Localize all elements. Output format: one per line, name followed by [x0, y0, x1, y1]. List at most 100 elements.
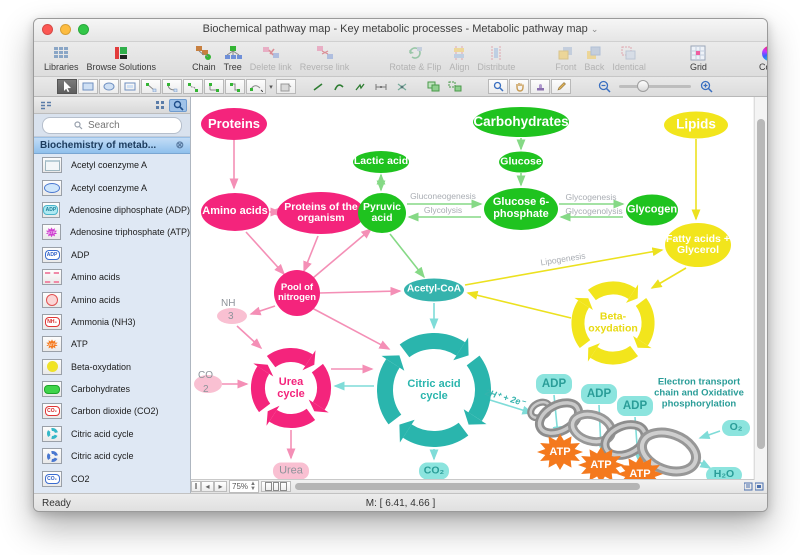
zoom-out-icon[interactable] [594, 79, 614, 94]
proteins-node[interactable]: Proteins [201, 108, 267, 140]
search-input-box[interactable] [42, 116, 182, 134]
front-button[interactable]: Front [551, 43, 580, 73]
horizontal-scrollbar-thumb[interactable] [294, 483, 640, 490]
glycogen-node[interactable]: Glycogen [626, 194, 678, 226]
vertical-scrollbar[interactable] [754, 97, 767, 480]
library-item[interactable]: Acetyl coenzyme A [34, 176, 190, 198]
pan-tool-button[interactable] [509, 79, 529, 94]
library-item[interactable]: CO₂ Carbon dioxide (CO2) [34, 400, 190, 422]
amino-acids-node[interactable]: Amino acids [201, 193, 269, 231]
frame-tool-button[interactable] [120, 79, 140, 94]
identical-button[interactable]: Identical [608, 43, 650, 73]
back-button[interactable]: Back [580, 43, 608, 73]
zoom-tool-button[interactable] [488, 79, 508, 94]
co2-teal-node[interactable]: CO₂ [419, 462, 449, 479]
distribute-button[interactable]: Distribute [473, 43, 519, 73]
library-item[interactable]: NH₃ Ammonia (NH3) [34, 311, 190, 333]
rotate-flip-button[interactable]: Rotate & Flip [385, 43, 445, 73]
bezier-connector-tool-button[interactable] [183, 79, 203, 94]
browse-solutions-button[interactable]: Browse Solutions [83, 43, 161, 73]
library-search-toggle-icon[interactable] [169, 98, 187, 112]
zoom-slider[interactable] [619, 80, 691, 92]
connector-dropdown-caret[interactable]: ▾ [267, 79, 275, 94]
lipids-node[interactable]: Lipids [664, 111, 728, 139]
library-list-view-icon[interactable] [37, 99, 55, 112]
library-item[interactable]: ATP ATP [34, 333, 190, 355]
midpoint-tool-button[interactable] [371, 79, 391, 94]
line-tool-button[interactable] [308, 79, 328, 94]
reverse-link-button[interactable]: Reverse link [296, 43, 354, 73]
library-section-header[interactable]: Biochemistry of metab... ⊗ [34, 137, 190, 154]
curve-tool-button[interactable] [329, 79, 349, 94]
ungroup-tool-button[interactable] [445, 79, 465, 94]
glycogenesis-label[interactable]: Glycogenesis [565, 192, 616, 202]
library-item[interactable]: Citric acid cycle [34, 423, 190, 445]
pyruvic-acid-node[interactable]: Pyruvic acid [358, 193, 406, 233]
chain-button[interactable]: Chain [188, 43, 220, 73]
urea-node[interactable]: Urea [273, 462, 309, 479]
select-tool-button[interactable] [57, 79, 77, 94]
library-item[interactable]: Amino acids [34, 288, 190, 310]
nh3-label[interactable]: NH [221, 298, 235, 309]
prev-page-button[interactable]: ◂ [201, 481, 214, 492]
glucose-6-phosphate-node[interactable]: Glucose 6-phosphate [484, 188, 558, 230]
ellipse-tool-button[interactable] [99, 79, 119, 94]
rectangle-tool-button[interactable] [78, 79, 98, 94]
libraries-button[interactable]: Libraries [40, 43, 83, 73]
polyline-tool-button[interactable] [350, 79, 370, 94]
fatty-acids-glycerol-node[interactable]: Fatty acids + Glycerol [665, 223, 731, 267]
shape-eraser-tool-button[interactable] [276, 79, 296, 94]
round-connector-tool-button[interactable] [204, 79, 224, 94]
split-tool-button[interactable] [392, 79, 412, 94]
library-item[interactable]: ATP Adenosine triphosphate (ATP) [34, 221, 190, 243]
library-grid-view-icon[interactable] [151, 99, 169, 112]
h2o-node[interactable]: H₂O [706, 467, 742, 479]
drawing-canvas[interactable]: Proteins Amino acids Proteins of the org… [191, 97, 753, 479]
page-view-toggle-icons[interactable] [741, 481, 767, 492]
library-item[interactable]: Beta-oxydation [34, 356, 190, 378]
zoom-stepper-icon[interactable]: ▲ ▼ [250, 481, 256, 492]
library-item[interactable]: Acetyl coenzyme A [34, 154, 190, 176]
title-dropdown-icon[interactable]: ⌄ [591, 24, 599, 34]
direct-connector-tool-button[interactable] [141, 79, 161, 94]
pool-of-nitrogen-node[interactable]: Pool of nitrogen [274, 270, 320, 316]
glycogenolysis-label[interactable]: Glycogenolysis [565, 206, 622, 216]
zoom-value-box[interactable]: 75% ▲ ▼ [229, 480, 259, 493]
color-button[interactable]: Color [755, 43, 767, 73]
align-button[interactable]: Align [445, 43, 473, 73]
adp-node[interactable]: ADP [536, 374, 572, 394]
glucose-node[interactable]: Glucose [499, 151, 543, 173]
library-item[interactable]: Citric acid cycle [34, 445, 190, 467]
smart-connector-tool-button[interactable] [225, 79, 245, 94]
library-item[interactable]: Amino acids [34, 266, 190, 288]
zoom-slider-knob[interactable] [637, 80, 649, 92]
group-tool-button[interactable] [424, 79, 444, 94]
pane-splitter-handle[interactable]: ‖ [191, 481, 201, 492]
tree-button[interactable]: Tree [220, 43, 246, 73]
glycolysis-label[interactable]: Glycolysis [424, 205, 462, 215]
library-item[interactable]: CO₂ CO2 [34, 467, 190, 489]
gluconeogenesis-label[interactable]: Gluconeogenesis [410, 191, 476, 201]
library-item[interactable]: ADP ADP [34, 244, 190, 266]
stamp-tool-button[interactable] [530, 79, 550, 94]
co2-pink-label[interactable]: CO [198, 370, 213, 381]
adp-node[interactable]: ADP [581, 384, 617, 404]
electron-transport-text[interactable]: Electron transport chain and Oxidative p… [646, 377, 752, 411]
carbohydrates-node[interactable]: Carbohydrates [473, 107, 569, 137]
horizontal-scrollbar[interactable] [294, 482, 737, 491]
close-library-icon[interactable]: ⊗ [176, 140, 184, 151]
zoom-in-icon[interactable] [696, 79, 716, 94]
lactic-acid-node[interactable]: Lactic acid [353, 151, 409, 173]
pencil-tool-button[interactable] [551, 79, 571, 94]
arc-connector-tool-button[interactable] [162, 79, 182, 94]
curve-connector-tool-button[interactable] [246, 79, 266, 94]
proteins-of-organism-node[interactable]: Proteins of the organism [277, 192, 365, 234]
vertical-scrollbar-thumb[interactable] [757, 119, 765, 449]
next-page-button[interactable]: ▸ [214, 481, 227, 492]
grid-button[interactable]: Grid [686, 43, 711, 73]
library-item[interactable]: Carbohydrates [34, 378, 190, 400]
delete-link-button[interactable]: Delete link [246, 43, 296, 73]
acetyl-coa-node[interactable]: Acetyl-CoA [404, 278, 464, 302]
search-input[interactable] [86, 118, 150, 132]
library-item[interactable]: ADP Adenosine diphosphate (ADP) [34, 199, 190, 221]
